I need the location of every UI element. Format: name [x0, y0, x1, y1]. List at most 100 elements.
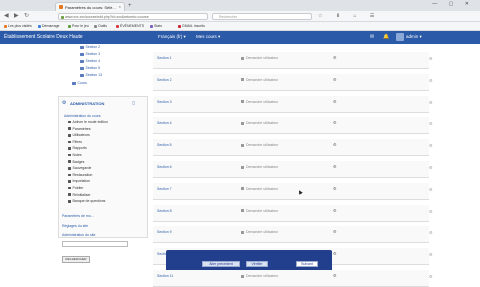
- admin-menu-item[interactable]: Notes: [68, 153, 82, 157]
- bookmark-item[interactable]: ÉVÉNEMENTS: [116, 24, 144, 28]
- section-status[interactable]: Demander utilisateur: [241, 78, 278, 82]
- admin-menu-item[interactable]: Filtres: [68, 140, 82, 144]
- browser-toolbar-icons[interactable]: ☆ ⬇ ⌂ ☰: [318, 13, 380, 19]
- section-name[interactable]: Section 2: [157, 78, 172, 82]
- section-name[interactable]: Section 3: [157, 100, 172, 104]
- section-edit-icon[interactable]: ⚙: [333, 99, 337, 104]
- window-controls[interactable]: — ▢ ✕: [432, 1, 474, 7]
- section-status[interactable]: Demander utilisateur: [241, 56, 278, 60]
- reload-icon[interactable]: ↻: [24, 13, 29, 19]
- section-name[interactable]: Section 5: [157, 143, 172, 147]
- section-edit-icon[interactable]: ⚙: [333, 186, 337, 191]
- browser-nav-bar: ◀ ▶ ↻ www.xxx.xxx/course/edit.php?id=xxx…: [0, 11, 480, 22]
- avatar[interactable]: [396, 33, 404, 41]
- bookmark-item[interactable]: Les plus visités: [4, 24, 32, 28]
- notifications-icon[interactable]: 🔔: [383, 34, 389, 40]
- section-status[interactable]: Demander utilisateur: [241, 187, 278, 191]
- nav-tree-item[interactable]: Section 2: [80, 45, 100, 49]
- settings-icon[interactable]: ⚙: [429, 165, 433, 170]
- settings-icon[interactable]: ⚙: [429, 187, 433, 192]
- settings-icon[interactable]: ⚙: [429, 78, 433, 83]
- admin-menu-item[interactable]: Banque de questions: [68, 199, 105, 203]
- collapse-icon[interactable]: ◻: [132, 100, 135, 105]
- new-tab-icon[interactable]: +: [128, 3, 132, 9]
- admin-menu-item[interactable]: Badges: [68, 160, 84, 164]
- section-edit-icon[interactable]: ⚙: [333, 55, 337, 60]
- admin-menu-item[interactable]: Activer le mode édition: [68, 120, 108, 124]
- bookmark-item[interactable]: Outils: [94, 24, 107, 28]
- nav-tree-item[interactable]: Cours: [72, 81, 87, 85]
- bookmark-item[interactable]: GMAIL Inscrits: [178, 24, 205, 28]
- forward-icon[interactable]: ▶: [14, 13, 19, 19]
- tab-close-icon[interactable]: ×: [119, 4, 121, 9]
- settings-icon[interactable]: ⚙: [429, 209, 433, 214]
- section-edit-icon[interactable]: ⚙: [333, 273, 337, 278]
- admin-menu-item[interactable]: Restauration: [68, 173, 92, 177]
- section-edit-icon[interactable]: ⚙: [333, 251, 337, 256]
- section-edit-icon[interactable]: ⚙: [333, 208, 337, 213]
- folder-icon: [80, 52, 84, 56]
- section-edit-icon[interactable]: ⚙: [333, 142, 337, 147]
- admin-menu-item[interactable]: Utilisateurs: [68, 133, 90, 137]
- section-status[interactable]: Demander utilisateur: [241, 100, 278, 104]
- messages-icon[interactable]: ✉: [370, 34, 374, 40]
- section-status[interactable]: Demander utilisateur: [241, 209, 278, 213]
- gear-icon: ⚙: [62, 100, 67, 106]
- admin-search-input[interactable]: [62, 241, 128, 247]
- bookmark-item[interactable]: Stats: [150, 24, 162, 28]
- nav-tree-item[interactable]: Section 4: [80, 59, 100, 63]
- nav-tree-item[interactable]: Section 13: [80, 73, 102, 77]
- settings-icon[interactable]: ⚙: [429, 230, 433, 235]
- user-menu[interactable]: admin ▾: [406, 34, 422, 40]
- admin-menu-item[interactable]: Paramètres: [68, 127, 91, 131]
- nav-tree-item[interactable]: Section 5: [80, 66, 100, 70]
- settings-icon[interactable]: ⚙: [429, 143, 433, 148]
- section-name[interactable]: Section 11: [157, 274, 173, 278]
- check-button[interactable]: Vérifier: [246, 261, 268, 267]
- url-bar[interactable]: www.xxx.xxx/course/edit.php?id=xxx&retur…: [58, 13, 208, 20]
- section-status[interactable]: Demander utilisateur: [241, 165, 278, 169]
- nav-tree-item[interactable]: Section 3: [80, 52, 100, 56]
- section-edit-icon[interactable]: ⚙: [333, 229, 337, 234]
- section-name[interactable]: Section 8: [157, 209, 172, 213]
- browser-tab[interactable]: Paramètres du cours: Sélé... ×: [55, 2, 125, 11]
- admin-menu-item[interactable]: Importation: [68, 179, 90, 183]
- section-status[interactable]: Demander utilisateur: [241, 143, 278, 147]
- bookmark-item[interactable]: Pour le jeu: [68, 24, 89, 28]
- settings-icon[interactable]: ⚙: [429, 274, 433, 279]
- admin-menu-item[interactable]: Réinitialiser: [68, 193, 91, 197]
- admin-menu-item[interactable]: Publier: [68, 186, 83, 190]
- section-name[interactable]: Section 6: [157, 165, 172, 169]
- bookmark-item[interactable]: Démarrage: [38, 24, 60, 28]
- admin-link-2[interactable]: Réglages du site: [62, 224, 88, 228]
- section-name[interactable]: Section 7: [157, 187, 172, 191]
- section-status[interactable]: Demander utilisateur: [241, 121, 278, 125]
- back-icon[interactable]: ◀: [4, 13, 9, 19]
- search-placeholder: Rechercher: [219, 15, 238, 19]
- admin-menu-item[interactable]: Rapports: [68, 146, 87, 150]
- settings-icon[interactable]: ⚙: [429, 252, 433, 257]
- section-status[interactable]: Demander utilisateur: [241, 230, 278, 234]
- settings-icon[interactable]: ⚙: [429, 56, 433, 61]
- previous-button[interactable]: Aller précédent: [202, 261, 240, 267]
- section-edit-icon[interactable]: ⚙: [333, 77, 337, 82]
- my-courses-menu[interactable]: Mes cours ▾: [196, 34, 220, 40]
- section-name[interactable]: Section 4: [157, 121, 172, 125]
- section-name[interactable]: Section 9: [157, 230, 172, 234]
- admin-link-1[interactable]: Paramètres de mo...: [62, 214, 94, 218]
- settings-icon[interactable]: ⚙: [429, 121, 433, 126]
- section-edit-icon[interactable]: ⚙: [333, 120, 337, 125]
- section-status[interactable]: Demander utilisateur: [241, 274, 278, 278]
- admin-link-3[interactable]: Administration du site: [62, 233, 95, 237]
- language-menu[interactable]: Français (fr) ▾: [158, 34, 186, 40]
- course-admin-label[interactable]: Administration du cours: [64, 114, 101, 118]
- next-button[interactable]: Suivant: [296, 261, 318, 267]
- admin-menu-item[interactable]: Sauvegarde: [68, 166, 91, 170]
- browser-search-input[interactable]: Rechercher: [212, 13, 312, 20]
- admin-search-button[interactable]: RECHERCHER: [62, 256, 90, 263]
- section-name[interactable]: Section 1: [157, 56, 172, 60]
- right-column-strip: ⚙: [429, 161, 480, 178]
- site-title[interactable]: Établissement Scolaire Deux Haute: [4, 34, 83, 40]
- settings-icon[interactable]: ⚙: [429, 100, 433, 105]
- section-edit-icon[interactable]: ⚙: [333, 164, 337, 169]
